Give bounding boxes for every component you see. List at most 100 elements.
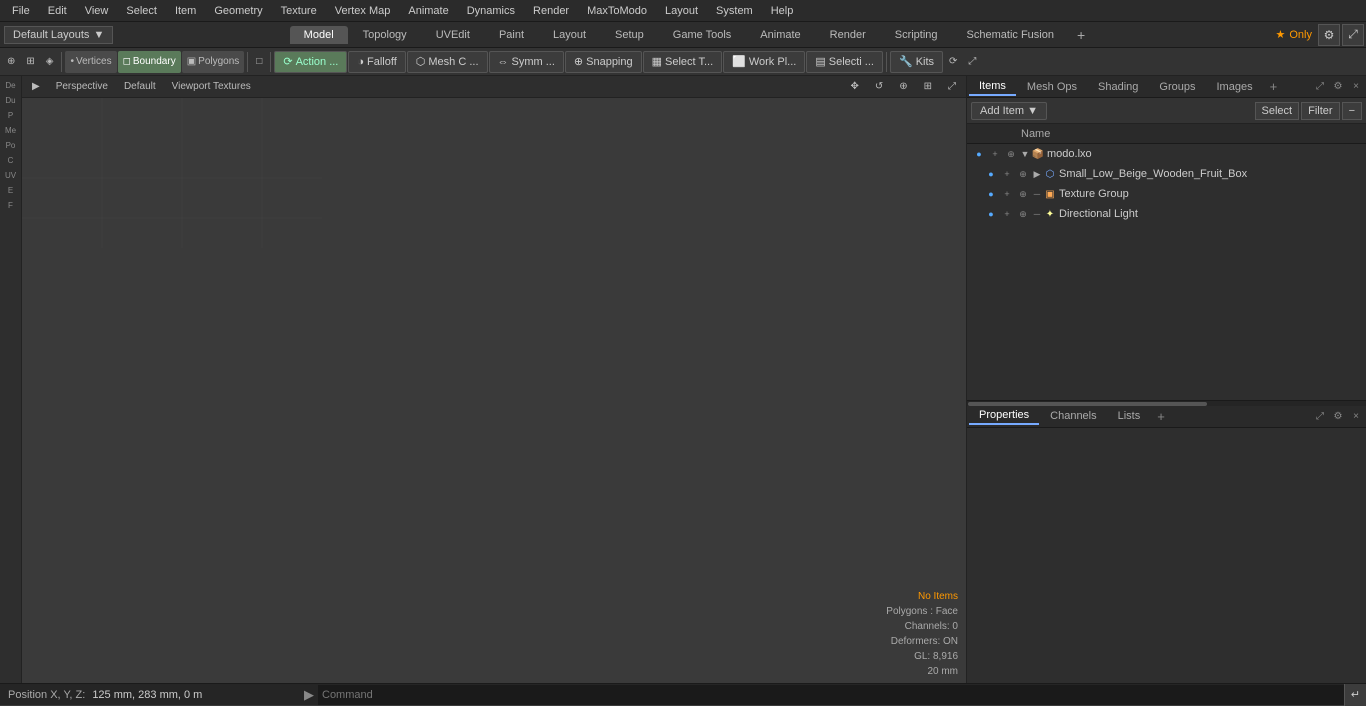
snapping-btn[interactable]: ⊕ Snapping	[565, 51, 642, 73]
menu-maxtomode[interactable]: MaxToModo	[579, 3, 655, 19]
item-expand-texture[interactable]: ─	[1031, 186, 1043, 202]
polygons-btn[interactable]: ▣ Polygons	[182, 51, 245, 73]
layout-tab-topology[interactable]: Topology	[349, 26, 421, 44]
item-eye-light[interactable]: ●	[983, 206, 999, 222]
items-select-btn[interactable]: Select	[1255, 102, 1300, 120]
menu-select[interactable]: Select	[118, 3, 165, 19]
vp-fit-icon[interactable]: ⊞	[918, 80, 938, 93]
menu-help[interactable]: Help	[763, 3, 802, 19]
item-row-texture[interactable]: ● + ⊕ ─ ▣ Texture Group	[967, 184, 1366, 204]
item-eye-texture[interactable]: ●	[983, 186, 999, 202]
sidebar-item-f[interactable]: F	[2, 198, 20, 212]
vp-shading-btn[interactable]: Default	[118, 80, 162, 93]
add-item-btn[interactable]: Add Item ▼	[971, 102, 1047, 120]
menu-render[interactable]: Render	[525, 3, 577, 19]
sidebar-item-uv[interactable]: UV	[2, 168, 20, 182]
layout-dropdown[interactable]: Default Layouts ▼	[4, 26, 113, 44]
item-ref-mesh[interactable]: ⊕	[1015, 166, 1031, 182]
props-settings-icon[interactable]: ⚙	[1330, 408, 1346, 424]
sidebar-item-dup[interactable]: Du	[2, 93, 20, 107]
vp-toggle-btn[interactable]: ▶	[26, 80, 46, 93]
tb-icon-btn1[interactable]: ⟳	[944, 51, 962, 73]
sidebar-item-po[interactable]: Po	[2, 138, 20, 152]
square-btn[interactable]: □	[251, 51, 267, 73]
item-ref-root[interactable]: ⊕	[1003, 146, 1019, 162]
tb-icon-btn2[interactable]: ⤢	[963, 51, 981, 73]
item-expand-light[interactable]: ─	[1031, 206, 1043, 222]
item-row-light[interactable]: ● + ⊕ ─ ✦ Directional Light	[967, 204, 1366, 224]
props-tab-channels[interactable]: Channels	[1040, 408, 1106, 424]
panel-tab-add[interactable]: +	[1264, 77, 1284, 96]
layout-settings-btn[interactable]: ⚙	[1318, 24, 1340, 46]
vp-texture-btn[interactable]: Viewport Textures	[166, 80, 257, 93]
command-prompt-arrow[interactable]: ▶	[300, 687, 318, 703]
layout-maximize-btn[interactable]: ⤢	[1342, 24, 1364, 46]
vp-rotate-icon[interactable]: ↺	[869, 80, 889, 93]
item-row-mesh[interactable]: ● + ⊕ ▶ ⬡ Small_Low_Beige_Wooden_Fruit_B…	[967, 164, 1366, 184]
select-tool-btn[interactable]: ▦ Select T...	[643, 51, 723, 73]
menu-edit[interactable]: Edit	[40, 3, 75, 19]
layout-tab-uvedit[interactable]: UVEdit	[422, 26, 484, 44]
sidebar-item-me[interactable]: Me	[2, 123, 20, 137]
layout-tab-schematic[interactable]: Schematic Fusion	[953, 26, 1068, 44]
props-close-icon[interactable]: ×	[1348, 408, 1364, 424]
layout-tab-model[interactable]: Model	[290, 26, 348, 44]
layout-tab-setup[interactable]: Setup	[601, 26, 658, 44]
props-tab-properties[interactable]: Properties	[969, 407, 1039, 425]
layout-tab-paint[interactable]: Paint	[485, 26, 538, 44]
tab-shading[interactable]: Shading	[1088, 79, 1148, 95]
item-expand-mesh[interactable]: ▶	[1031, 166, 1043, 182]
panel-expand-icon[interactable]: ⤢	[1312, 79, 1328, 95]
work-plane-btn[interactable]: ⬜ Work Pl...	[723, 51, 805, 73]
menu-animate[interactable]: Animate	[400, 3, 456, 19]
items-filter-btn[interactable]: Filter	[1301, 102, 1339, 120]
action-btn[interactable]: ⟳ Action ...	[274, 51, 347, 73]
items-list[interactable]: ● + ⊕ ▼ 📦 modo.lxo ● + ⊕ ▶ ⬡ Small_Low_B…	[967, 144, 1366, 400]
menu-dynamics[interactable]: Dynamics	[459, 3, 523, 19]
tab-groups[interactable]: Groups	[1149, 79, 1205, 95]
snap-toggle-btn[interactable]: ◈	[41, 51, 59, 73]
menu-geometry[interactable]: Geometry	[206, 3, 270, 19]
tab-mesh-ops[interactable]: Mesh Ops	[1017, 79, 1087, 95]
item-eye2-texture[interactable]: +	[999, 186, 1015, 202]
layout-tab-gametools[interactable]: Game Tools	[659, 26, 746, 44]
boundary-btn[interactable]: ◻ Boundary	[118, 51, 181, 73]
layout-tab-render[interactable]: Render	[816, 26, 880, 44]
star-only-btn[interactable]: ★ Only	[1270, 28, 1319, 41]
vp-perspective-btn[interactable]: Perspective	[50, 80, 114, 93]
panel-settings-icon[interactable]: ⚙	[1330, 79, 1346, 95]
props-tab-lists[interactable]: Lists	[1108, 408, 1151, 424]
sidebar-item-de[interactable]: De	[2, 78, 20, 92]
item-row-root[interactable]: ● + ⊕ ▼ 📦 modo.lxo	[967, 144, 1366, 164]
vp-zoom-icon[interactable]: ⊕	[893, 80, 913, 93]
item-expand-root[interactable]: ▼	[1019, 146, 1031, 162]
kits-btn[interactable]: 🔧 Kits	[890, 51, 943, 73]
mesh-btn[interactable]: ⬡ Mesh C ...	[407, 51, 488, 73]
menu-vertex-map[interactable]: Vertex Map	[327, 3, 399, 19]
item-eye2-mesh[interactable]: +	[999, 166, 1015, 182]
layout-tab-scripting[interactable]: Scripting	[881, 26, 952, 44]
sidebar-item-c[interactable]: C	[2, 153, 20, 167]
layout-tab-animate[interactable]: Animate	[746, 26, 814, 44]
vertices-btn[interactable]: • Vertices	[65, 51, 116, 73]
vp-maximize-icon[interactable]: ⤢	[942, 80, 962, 93]
sidebar-item-e[interactable]: E	[2, 183, 20, 197]
tab-items[interactable]: Items	[969, 78, 1016, 96]
menu-item[interactable]: Item	[167, 3, 204, 19]
item-ref-light[interactable]: ⊕	[1015, 206, 1031, 222]
item-eye-mesh[interactable]: ●	[983, 166, 999, 182]
props-expand-icon[interactable]: ⤢	[1312, 408, 1328, 424]
selection-btn[interactable]: ▤ Selecti ...	[806, 51, 883, 73]
item-ref-texture[interactable]: ⊕	[1015, 186, 1031, 202]
command-submit-btn[interactable]: ↵	[1344, 684, 1366, 706]
falloff-btn[interactable]: ◑ Falloff	[348, 51, 405, 73]
command-input[interactable]	[318, 685, 1344, 705]
layout-tab-layout[interactable]: Layout	[539, 26, 600, 44]
symmetry-btn[interactable]: ⇔ Symm ...	[489, 51, 564, 73]
menu-file[interactable]: File	[4, 3, 38, 19]
items-minus-btn[interactable]: −	[1342, 102, 1362, 120]
layout-tab-add[interactable]: +	[1069, 24, 1093, 46]
menu-system[interactable]: System	[708, 3, 761, 19]
tab-images[interactable]: Images	[1207, 79, 1263, 95]
vp-move-icon[interactable]: ✥	[844, 80, 864, 93]
